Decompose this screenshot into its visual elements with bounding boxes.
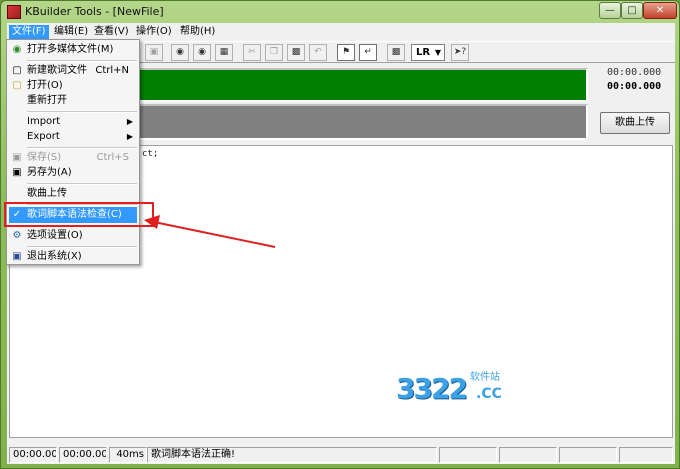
- minimize-button[interactable]: —: [599, 2, 621, 19]
- menu-item-reopen[interactable]: 重新打开: [9, 93, 137, 109]
- cut-tool-icon[interactable]: ✂: [243, 44, 261, 61]
- settings-icon: ⚙: [12, 230, 22, 241]
- undo-tool-icon[interactable]: ↶: [309, 44, 327, 61]
- menu-item-label: 另存为(A): [27, 167, 72, 178]
- screen-tool-icon[interactable]: ▩: [387, 44, 405, 61]
- menu-item-label: 打开(O): [27, 80, 63, 91]
- status-panel-5: [439, 447, 497, 463]
- current-time-readout: 00:00.000: [607, 67, 662, 78]
- replace-tool-icon[interactable]: ▦: [215, 44, 233, 61]
- menu-item-options[interactable]: ⚙ 选项设置(O): [9, 228, 137, 244]
- watermark-logo: 软件站 3322 .CC: [396, 366, 506, 408]
- menu-item-new-lyric[interactable]: ▢ 新建歌词文件 Ctrl+N: [9, 63, 137, 79]
- maximize-button[interactable]: □: [621, 2, 643, 19]
- status-time2: 00:00.000: [59, 447, 107, 463]
- menu-item-save[interactable]: ▣ 保存(S) Ctrl+S: [9, 150, 137, 166]
- status-time1: 00:00.00: [9, 447, 57, 463]
- menu-file[interactable]: 文件(F): [9, 25, 49, 39]
- find-next-tool-icon[interactable]: ◉: [193, 44, 211, 61]
- exit-icon: ▣: [12, 251, 22, 262]
- menu-item-exit[interactable]: ▣ 退出系统(X): [9, 249, 137, 265]
- lr-select-label: LR: [416, 47, 431, 58]
- song-upload-button[interactable]: 歌曲上传: [600, 112, 670, 134]
- app-icon: [7, 5, 21, 19]
- menu-item-label: 保存(S): [27, 152, 62, 163]
- lyric-display-gray: [128, 104, 588, 140]
- total-time-readout: 00:00.000: [607, 81, 662, 92]
- watermark-suffix: .CC: [476, 386, 502, 402]
- menu-operate[interactable]: 操作(O): [133, 25, 175, 39]
- menu-item-label: 选项设置(O): [27, 230, 83, 241]
- lyric-display-green: [128, 68, 588, 102]
- status-bar: 00:00.00 00:00.000 40ms 歌词脚本语法正确!: [7, 445, 675, 464]
- annotation-arrow: [144, 215, 276, 248]
- status-panel-6: [499, 447, 557, 463]
- menu-item-song-upload[interactable]: 歌曲上传: [9, 186, 137, 202]
- find-tool-icon[interactable]: ◉: [171, 44, 189, 61]
- context-help-tool-icon[interactable]: ➤?: [451, 44, 469, 61]
- status-ms: 40ms: [109, 447, 147, 463]
- menu-item-open[interactable]: ▢ 打开(O): [9, 78, 137, 94]
- paste-tool-icon[interactable]: ▩: [287, 44, 305, 61]
- menu-edit[interactable]: 编辑(E): [51, 25, 91, 39]
- window-title: KBuilder Tools - [NewFile]: [25, 5, 164, 18]
- folder-open-icon: ▢: [12, 80, 22, 91]
- menu-separator: [27, 147, 137, 149]
- menu-item-label: 打开多媒体文件(M): [27, 44, 114, 55]
- watermark-number: 3322: [396, 372, 468, 405]
- title-bar[interactable]: KBuilder Tools - [NewFile] — □ ✕: [1, 1, 680, 23]
- menu-separator: [27, 111, 137, 113]
- submenu-arrow-icon: ▶: [126, 132, 133, 141]
- annotation-highlight-box: [4, 202, 154, 227]
- file-menu-dropdown: ◉ 打开多媒体文件(M) ▢ 新建歌词文件 Ctrl+N ▢ 打开(O) 重新打…: [6, 39, 140, 265]
- editor-text: ct;: [142, 149, 159, 159]
- menu-item-label: Export: [27, 131, 60, 142]
- watermark-site: 软件站: [470, 372, 500, 383]
- lr-select[interactable]: LR ▼: [411, 44, 445, 61]
- copy-tool-icon[interactable]: ❐: [265, 44, 283, 61]
- status-message: 歌词脚本语法正确!: [147, 447, 437, 463]
- open-media-icon: ◉: [12, 44, 22, 55]
- chevron-down-icon: ▼: [434, 48, 441, 57]
- menu-item-shortcut: Ctrl+S: [96, 152, 129, 163]
- menu-separator: [27, 60, 137, 62]
- menu-item-shortcut: Ctrl+N: [95, 65, 129, 76]
- status-panel-8: [619, 447, 673, 463]
- menu-item-save-as[interactable]: ▣ 另存为(A): [9, 165, 137, 181]
- save-icon: ▣: [12, 152, 22, 163]
- menu-item-label: 重新打开: [27, 95, 67, 106]
- menu-item-label: Import: [27, 116, 61, 127]
- menu-separator: [27, 183, 137, 185]
- menu-item-import[interactable]: Import ▶: [9, 114, 137, 130]
- menu-item-label: 退出系统(X): [27, 251, 82, 262]
- menu-help[interactable]: 帮助(H): [177, 25, 218, 39]
- menu-item-open-media[interactable]: ◉ 打开多媒体文件(M): [9, 42, 137, 58]
- save-as-icon: ▣: [12, 167, 22, 178]
- menu-item-label: 新建歌词文件: [27, 65, 87, 76]
- menu-separator: [27, 246, 137, 248]
- crlf-tool-icon[interactable]: ↵: [359, 44, 377, 61]
- menu-item-label: 歌曲上传: [27, 188, 67, 199]
- close-button[interactable]: ✕: [643, 2, 677, 19]
- menu-item-export[interactable]: Export ▶: [9, 129, 137, 145]
- tag-tool-icon[interactable]: ⚑: [337, 44, 355, 61]
- status-panel-7: [559, 447, 617, 463]
- new-file-icon: ▢: [12, 65, 22, 76]
- submenu-arrow-icon: ▶: [126, 117, 133, 126]
- save-tool-icon[interactable]: ▣: [145, 44, 163, 61]
- menu-view[interactable]: 查看(V): [91, 25, 132, 39]
